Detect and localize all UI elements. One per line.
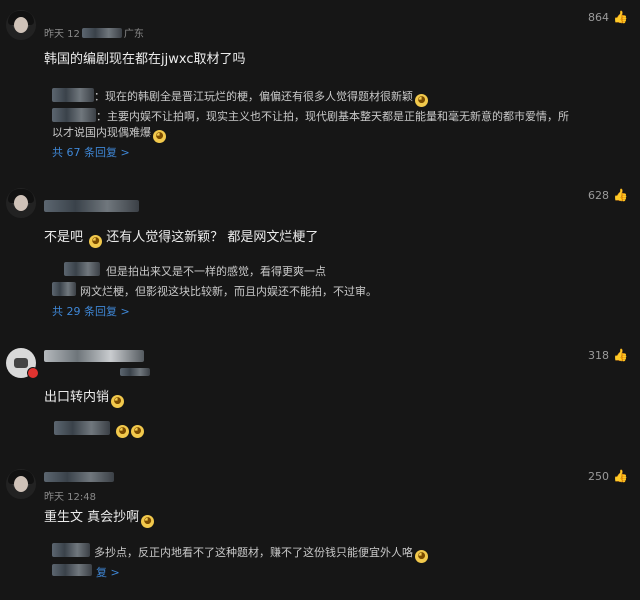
reply-text: 以才说国内现偶难爆 ◕ xyxy=(52,124,166,143)
verified-badge xyxy=(27,367,39,379)
blurred-location xyxy=(81,28,122,38)
reply-text: 网文烂梗，但影视这块比较新，而且内娱还不能拍，不过审。 xyxy=(80,285,377,298)
face-emoji-icon: ◕ xyxy=(116,425,129,438)
comment-text: 不是吧 ◕ 还有人觉得这新颖？ 都是网文烂梗了 xyxy=(44,230,319,248)
thumbs-up-icon: 👍 xyxy=(613,348,628,362)
more-replies-link[interactable]: 复 > xyxy=(96,564,120,580)
blurred-username xyxy=(44,472,114,482)
like-button[interactable]: 628 👍 xyxy=(588,188,628,202)
like-button[interactable]: 318 👍 xyxy=(588,348,628,362)
reply-text: ：现在的韩剧全是晋江玩烂的梗，偏偏还有很多人觉得题材很新颖 ◕ xyxy=(94,88,428,107)
face-emoji-icon: ◕ xyxy=(153,130,166,143)
blurred-count xyxy=(52,564,92,576)
blurred-username xyxy=(54,421,110,435)
thumbs-up-icon: 👍 xyxy=(613,188,628,202)
reply-text: 多抄点，反正内地看不了这种题材，赚不了这份钱只能便宜外人咯 ◕ xyxy=(94,544,428,563)
more-replies-link[interactable]: 共 67 条回复 > xyxy=(52,144,130,160)
comment-text: 重生文 真会抄啊 ◕ xyxy=(44,506,155,528)
face-emoji-icon: ◕ xyxy=(89,235,103,248)
reply-emoji: ◕ ◕ xyxy=(114,421,144,438)
blurred-username xyxy=(52,88,94,102)
comment-meta: 昨天 12 广东 xyxy=(44,28,144,40)
reply-text: ：主要内娱不让拍啊，现实主义也不让拍，现代剧基本整天都是正能量和毫无新意的都市爱… xyxy=(96,110,569,123)
comment-meta: 昨天 12:48 xyxy=(44,492,96,503)
like-button[interactable]: 864 👍 xyxy=(588,10,628,24)
blurred-username xyxy=(44,350,144,362)
face-emoji-icon: ◕ xyxy=(415,94,428,107)
avatar[interactable] xyxy=(6,10,36,40)
blurred-username xyxy=(44,200,139,212)
blurred-username xyxy=(52,108,96,122)
reply-text: 但是拍出来又是不一样的感觉，看得更爽一点 xyxy=(106,265,326,278)
thumbs-up-icon: 👍 xyxy=(613,10,628,24)
like-button[interactable]: 250 👍 xyxy=(588,469,628,483)
blurred-username xyxy=(64,262,100,276)
more-replies-link[interactable]: 共 29 条回复 > xyxy=(52,303,130,319)
face-emoji-icon: ◕ xyxy=(111,395,125,408)
blurred-username xyxy=(52,543,90,557)
avatar[interactable] xyxy=(6,469,36,499)
comment-text: 韩国的编剧现在都在jjwxc取材了吗 xyxy=(44,52,246,67)
comment-text: 出口转内销 ◕ xyxy=(44,386,125,408)
thumbs-up-icon: 👍 xyxy=(613,469,628,483)
blurred-meta xyxy=(120,368,150,376)
blurred-username xyxy=(52,282,76,296)
face-emoji-icon: ◕ xyxy=(131,425,144,438)
face-emoji-icon: ◕ xyxy=(141,515,155,528)
avatar[interactable] xyxy=(6,188,36,218)
face-emoji-icon: ◕ xyxy=(415,550,428,563)
